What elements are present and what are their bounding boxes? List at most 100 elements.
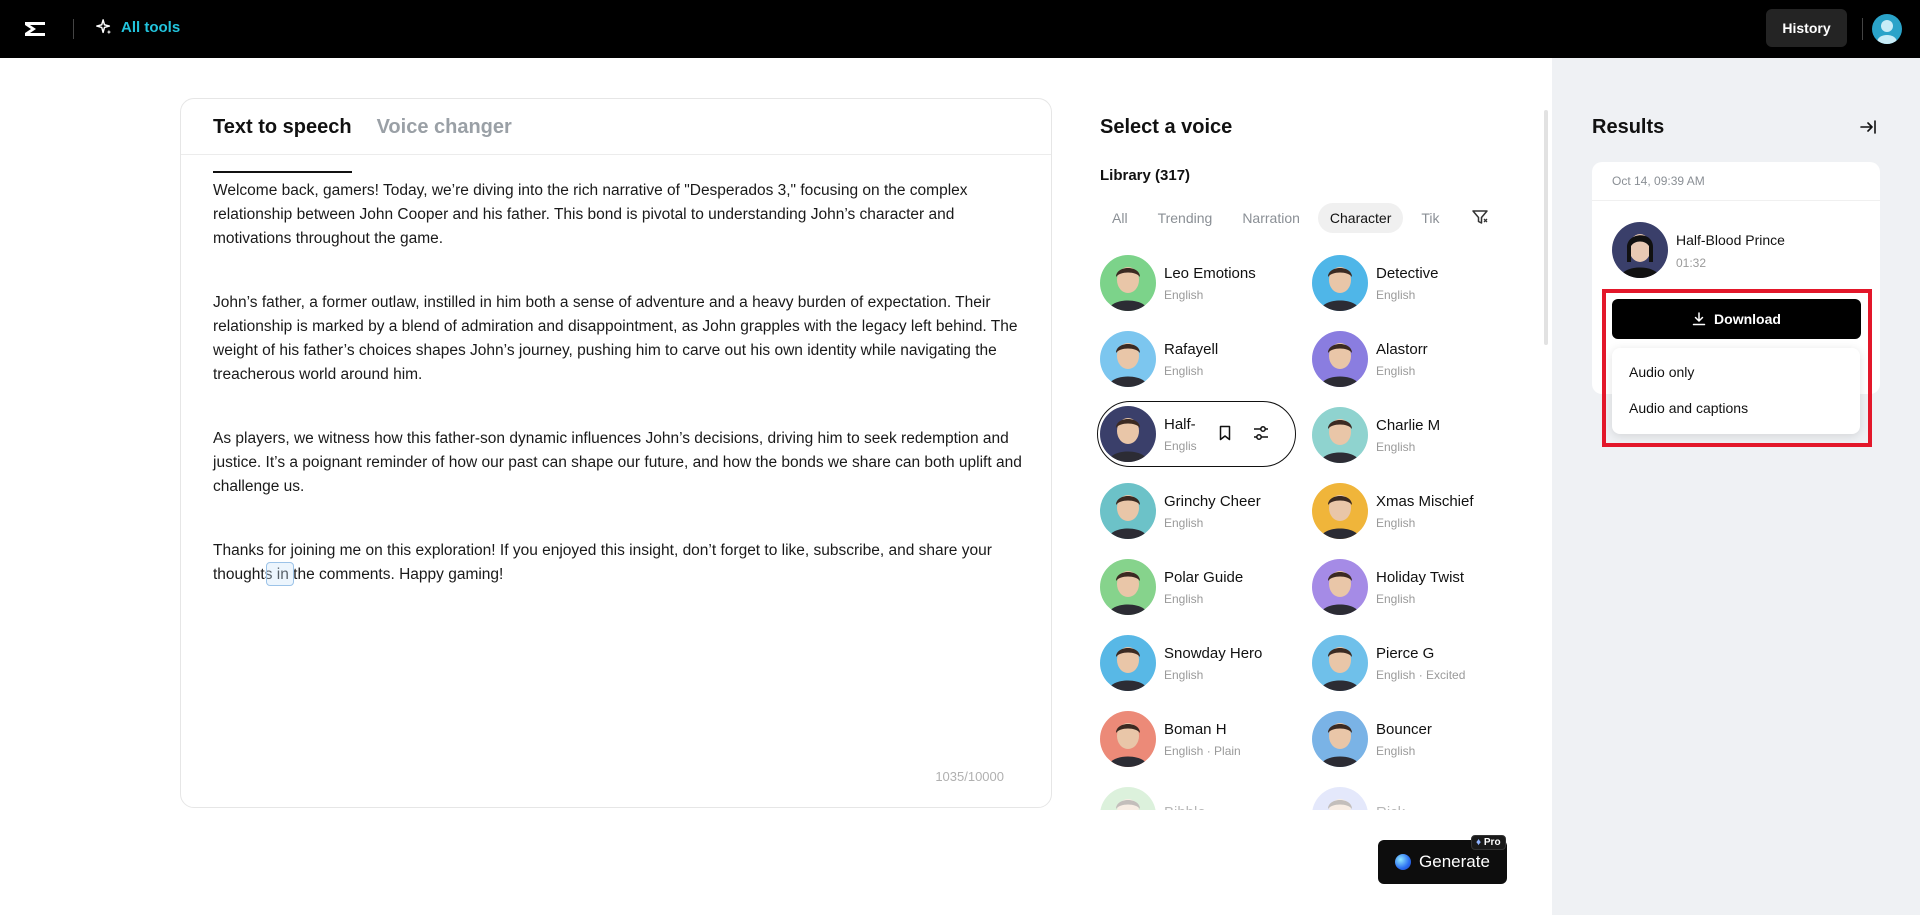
voice-avatar (1312, 635, 1368, 691)
voice-language: English (1376, 515, 1416, 530)
voice-avatar (1312, 255, 1368, 311)
voice-item[interactable]: Xmas Mischief English (1312, 478, 1512, 544)
voice-info: Boman H English · Plain (1164, 721, 1241, 758)
all-tools-label: All tools (121, 18, 181, 36)
voice-item[interactable]: Leo Emotions English (1100, 250, 1300, 316)
voice-info: Alastorr English (1376, 341, 1428, 378)
tab-text-to-speech[interactable]: Text to speech (213, 117, 352, 173)
voice-avatar (1100, 559, 1156, 615)
voice-item[interactable]: Bouncer English (1312, 706, 1512, 772)
voice-language: English (1164, 591, 1204, 606)
voice-category-chips: All Trending Narration Character Tik (1100, 203, 1470, 233)
voice-language: English (1164, 667, 1204, 682)
voice-item[interactable]: Half- Englis (1097, 401, 1296, 467)
voice-language: English (1376, 363, 1416, 378)
voice-language: English (1376, 439, 1416, 454)
voice-name: Rafayell (1164, 340, 1219, 358)
voice-name: Charlie M (1376, 416, 1441, 434)
user-avatar[interactable] (1872, 14, 1902, 44)
voice-language: English (1164, 515, 1204, 530)
voice-avatar (1312, 787, 1368, 810)
voice-info: Bouncer English (1376, 721, 1432, 758)
voice-info: Polar Guide English (1164, 569, 1243, 606)
voice-info: Grinchy Cheer English (1164, 493, 1261, 530)
voice-item[interactable]: Polar Guide English (1100, 554, 1300, 620)
voice-avatar (1100, 331, 1156, 387)
voice-avatar (1100, 406, 1156, 462)
library-label: Library (317) (1100, 167, 1191, 184)
voice-avatar (1100, 635, 1156, 691)
topbar-divider-right (1862, 18, 1863, 40)
voice-name: Alastorr (1376, 340, 1428, 358)
capcut-logo-icon[interactable] (22, 16, 48, 42)
voice-info: Rick (1376, 804, 1405, 811)
sparkle-icon (96, 19, 112, 35)
script-paragraph: Welcome back, gamers! Today, we’re divin… (213, 182, 968, 247)
voice-language: Englis (1164, 438, 1197, 453)
voice-avatar (1100, 483, 1156, 539)
voice-settings-icon[interactable] (1252, 424, 1270, 442)
script-paragraph: Thanks for joining me on this exploratio… (213, 542, 992, 583)
all-tools-link[interactable]: All tools (95, 18, 180, 36)
voice-item[interactable]: Pierce G English · Excited (1312, 630, 1512, 696)
tabs-divider (181, 154, 1051, 155)
voice-item[interactable]: Bibble (1100, 782, 1300, 810)
voice-avatar (1100, 255, 1156, 311)
chip-tiktok[interactable]: Tik (1409, 203, 1451, 233)
voice-info: Xmas Mischief English (1376, 493, 1474, 530)
voice-item[interactable]: Rick (1312, 782, 1512, 810)
voice-info: Holiday Twist English (1376, 569, 1464, 606)
voice-name: Xmas Mischief (1376, 492, 1474, 510)
voice-item[interactable]: Snowday Hero English (1100, 630, 1300, 696)
voice-avatar (1312, 483, 1368, 539)
chip-character[interactable]: Character (1317, 203, 1404, 233)
voice-item[interactable]: Grinchy Cheer English (1100, 478, 1300, 544)
voice-item[interactable]: Boman H English · Plain (1100, 706, 1300, 772)
chip-trending[interactable]: Trending (1146, 203, 1225, 233)
voice-avatar (1312, 331, 1368, 387)
voice-language: English (1376, 287, 1416, 302)
voice-name: Detective (1376, 264, 1439, 282)
collapse-panel-icon[interactable] (1858, 117, 1878, 137)
script-paragraph: As players, we witness how this father-s… (213, 430, 1022, 495)
tab-voice-changer[interactable]: Voice changer (377, 117, 512, 153)
voice-item[interactable]: Alastorr English (1312, 326, 1512, 392)
result-date: Oct 14, 09:39 AM (1612, 174, 1705, 188)
voice-item[interactable]: Charlie M English (1312, 402, 1512, 468)
pro-badge-label: Pro (1483, 837, 1501, 848)
voice-language: English (1164, 363, 1204, 378)
character-counter: 1035/10000 (935, 769, 1004, 784)
voice-info: Detective English (1376, 265, 1439, 302)
voice-name: Snowday Hero (1164, 644, 1263, 662)
voice-list-scrollbar[interactable] (1544, 110, 1548, 345)
result-voice-name: Half-Blood Prince (1676, 232, 1785, 248)
voice-avatar (1100, 711, 1156, 767)
voice-info: Half- Englis (1164, 416, 1197, 453)
voice-item[interactable]: Rafayell English (1100, 326, 1300, 392)
result-duration: 01:32 (1676, 256, 1707, 270)
voice-info: Pierce G English · Excited (1376, 645, 1465, 682)
voice-name: Leo Emotions (1164, 264, 1256, 282)
voice-info: Bibble (1164, 804, 1206, 811)
filter-icon[interactable] (1470, 207, 1490, 227)
voice-avatar (1312, 711, 1368, 767)
bookmark-icon[interactable] (1216, 424, 1234, 442)
select-voice-title: Select a voice (1100, 116, 1233, 138)
voice-list: Leo Emotions English Detective English Rafay… (1097, 250, 1517, 810)
generate-orb-icon (1395, 854, 1412, 870)
voice-language: English (1376, 591, 1416, 606)
voice-name: Boman H (1164, 720, 1227, 738)
diamond-icon: ♦ (1476, 837, 1482, 848)
voice-actions (1216, 424, 1270, 442)
chip-all[interactable]: All (1100, 203, 1140, 233)
voice-avatar (1312, 559, 1368, 615)
voice-avatar (1312, 407, 1368, 463)
script-textarea[interactable]: Welcome back, gamers! Today, we’re divin… (213, 179, 1023, 627)
voice-name: Pierce G (1376, 644, 1435, 662)
voice-name: Half- (1164, 415, 1196, 433)
history-button[interactable]: History (1766, 9, 1847, 47)
voice-item[interactable]: Detective English (1312, 250, 1512, 316)
voice-avatar (1100, 787, 1156, 810)
voice-item[interactable]: Holiday Twist English (1312, 554, 1512, 620)
chip-narration[interactable]: Narration (1230, 203, 1312, 233)
